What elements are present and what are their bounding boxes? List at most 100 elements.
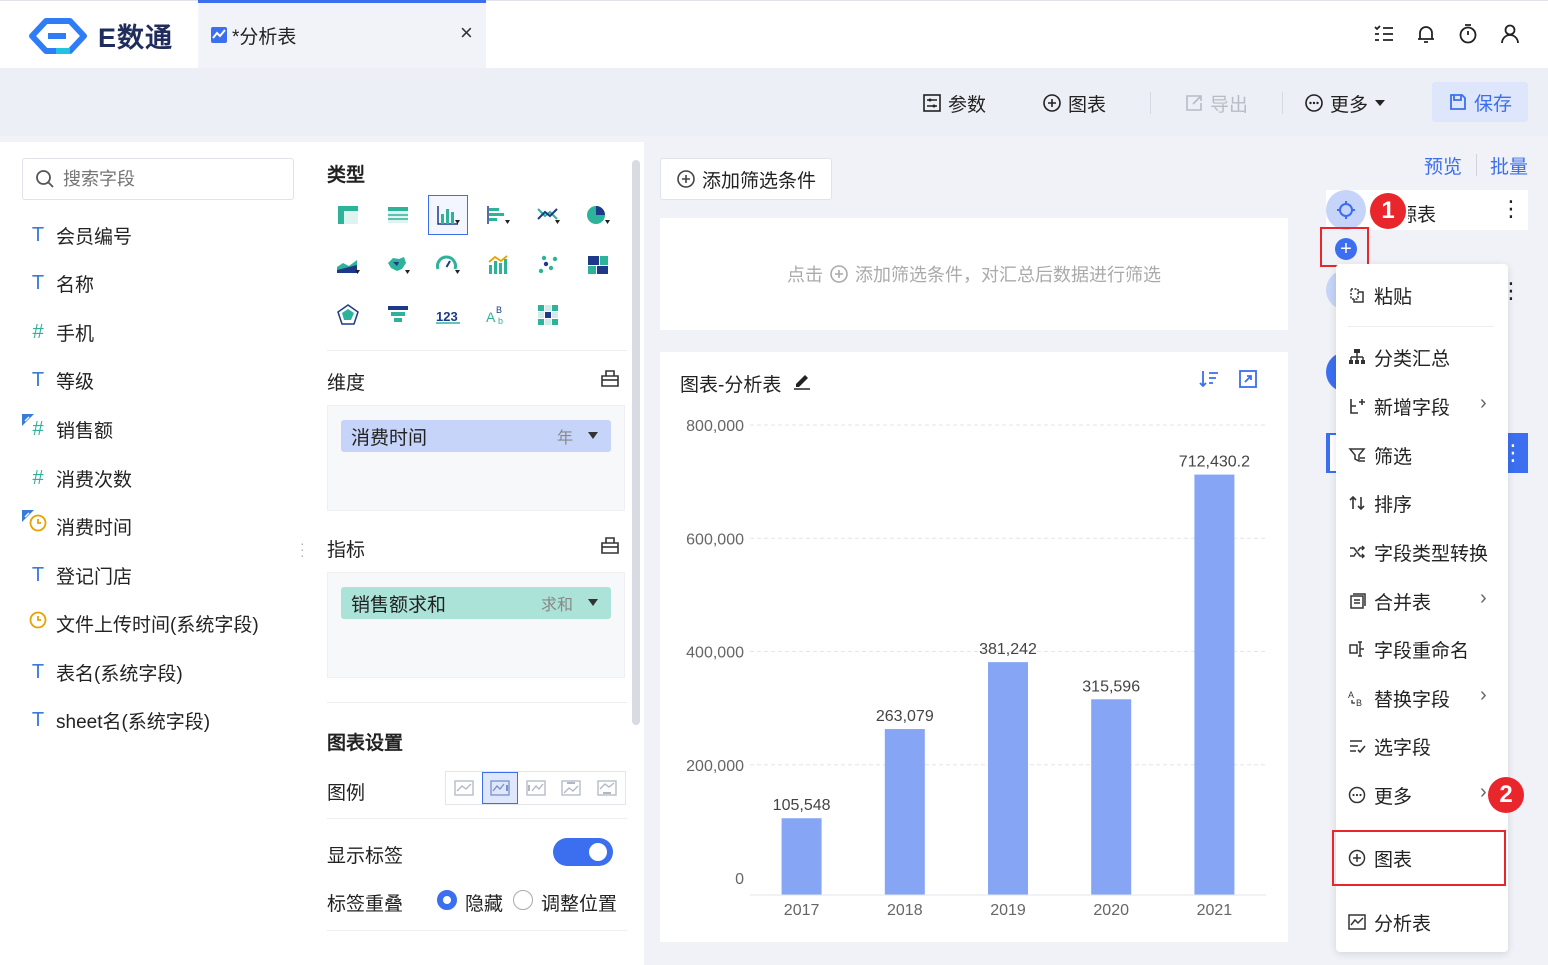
field-item[interactable]: # 销售额 [22,413,113,444]
clear-box-icon[interactable] [600,535,620,555]
config-scrollbar[interactable] [632,160,640,725]
menu-item-analysis[interactable]: 分析表 [1348,907,1431,937]
export-button[interactable]: 导出 [1184,88,1248,118]
legend-right-option[interactable] [481,772,518,804]
field-item[interactable]: Tsheet名(系统字段) [28,705,210,735]
more-button[interactable]: 更多 [1304,88,1386,118]
gauge-chart-type-icon[interactable] [428,245,468,285]
legend-label: 图例 [327,783,366,804]
line-chart-type-icon[interactable] [528,195,568,235]
field-item[interactable]: T 等级 [28,365,94,395]
y-tick-label: 400,000 [686,645,744,662]
text-icon: T [31,223,45,246]
radar-chart-type-icon[interactable] [328,295,368,335]
caret-down-icon[interactable] [587,598,599,608]
menu-item-filter[interactable]: 筛选 [1348,440,1412,470]
heatmap-type-icon[interactable] [528,295,568,335]
search-icon [36,170,54,188]
menu-item-merge[interactable]: 合并表 [1348,586,1431,616]
edited-corner-icon [22,413,34,426]
field-item[interactable]: # 消费次数 [28,463,132,493]
funnel-chart-type-icon[interactable] [378,295,418,335]
resize-handle-icon[interactable]: · · · [300,536,305,562]
field-item[interactable]: T 登记门店 [28,560,132,590]
replace-icon: AB [1348,689,1366,707]
x-tick-label: 2019 [990,902,1026,919]
list-check-icon[interactable] [1372,22,1396,46]
add-filter-button[interactable]: 添加筛选条件 [660,158,832,200]
brand-name: E数通 [98,23,174,53]
area-chart-type-icon[interactable] [328,245,368,285]
map-chart-type-icon[interactable] [378,245,418,285]
pie-chart-type-icon[interactable] [578,195,618,235]
menu-item-replace[interactable]: A B 替换字段 [1348,683,1450,713]
svg-text:B: B [496,305,502,315]
word-cloud-type-icon[interactable]: ABb [478,295,518,335]
tab-close-icon[interactable]: × [460,20,473,46]
field-item[interactable]: # 手机 [28,317,94,347]
plus-circle-icon [1043,94,1061,112]
batch-link[interactable]: 批量 [1490,152,1528,179]
preview-link[interactable]: 预览 [1424,152,1462,179]
save-button[interactable]: 保存 [1432,82,1528,122]
crosshair-icon [1337,201,1355,219]
legend-left-option[interactable] [518,772,554,804]
overlap-hide-radio[interactable] [437,890,457,910]
edit-title-icon[interactable] [792,370,812,390]
field-item[interactable]: 文件上传时间(系统字段) [28,608,259,638]
menu-item-more[interactable]: 更多 [1348,780,1412,810]
timer-icon[interactable] [1456,22,1480,46]
number-icon: # [32,466,44,489]
treemap-chart-type-icon[interactable] [578,245,618,285]
kpi-number-type-icon[interactable]: 123 [428,295,468,335]
menu-item-convert[interactable]: 字段类型转换 [1348,537,1488,567]
menu-item-sort[interactable]: 排序 [1348,488,1412,518]
dimension-pill[interactable]: 消费时间 年 [341,420,611,452]
field-item[interactable]: T 会员编号 [28,220,132,250]
legend-none-option[interactable] [446,772,482,804]
chart-title: 图表-分析表 [680,375,782,396]
node-menu-icon[interactable]: ⋮ [1500,196,1522,222]
fullscreen-icon[interactable] [1238,369,1258,389]
pivot-table-icon[interactable] [328,195,368,235]
params-button[interactable]: 参数 [922,88,986,118]
bell-icon[interactable] [1414,22,1438,46]
bar-chart-type-icon[interactable] [428,195,468,235]
measure-pill[interactable]: 销售额求和 求和 [341,587,611,619]
add-chart-button[interactable]: 图表 [1042,88,1106,118]
field-item[interactable]: T 名称 [28,268,94,298]
clear-box-icon[interactable] [600,368,620,388]
tab-title: *分析表 [232,27,297,48]
text-icon: T [31,660,45,683]
table-icon[interactable] [378,195,418,235]
field-item[interactable]: T 表名(系统字段) [28,657,183,687]
scatter-chart-type-icon[interactable] [528,245,568,285]
divider [1476,154,1477,176]
add-node-plus-icon[interactable]: + [1335,238,1357,260]
menu-item-paste[interactable]: 粘贴 [1348,280,1412,310]
data-label: 712,430.2 [1179,454,1250,471]
menu-item-rename[interactable]: 字段重命名 [1348,634,1469,664]
field-item[interactable]: 消费时间 [22,510,132,541]
legend-top-option[interactable] [553,772,589,804]
caret-down-icon[interactable] [587,431,599,441]
divider [327,930,627,931]
menu-item-select-field[interactable]: 选字段 [1348,731,1431,761]
paste-icon [1348,286,1366,304]
search-input[interactable] [63,168,273,190]
show-labels-toggle[interactable] [553,838,613,866]
data-label: 381,242 [979,641,1037,658]
legend-position-group [445,771,626,805]
filter-area[interactable]: 点击 添加筛选条件，对汇总后数据进行筛选 [660,218,1288,330]
overlap-adjust-radio[interactable] [513,890,533,910]
user-icon[interactable] [1498,22,1522,46]
field-search[interactable] [22,158,294,200]
sort-desc-icon[interactable] [1198,369,1220,389]
horizontal-bar-icon[interactable] [478,195,518,235]
legend-bottom-option[interactable] [589,772,625,804]
combo-chart-type-icon[interactable] [478,245,518,285]
menu-item-add-field[interactable]: 新增字段 [1348,391,1450,421]
bar [1091,699,1132,895]
source-node-label: 源表 [1408,205,1436,226]
menu-item-group[interactable]: 分类汇总 [1348,342,1450,372]
